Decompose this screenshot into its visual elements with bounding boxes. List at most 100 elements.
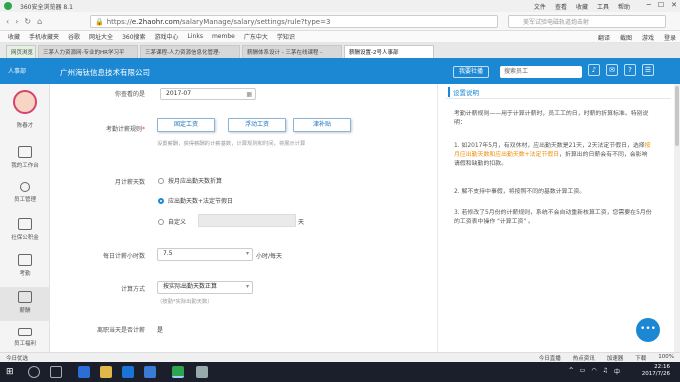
menu-tools[interactable]: 工具: [597, 2, 609, 11]
browser-menu: 文件 查看 收藏 工具 帮助: [534, 2, 630, 11]
help-point-3: 3. 若修改了5月份的计薪规则，系统不会自动重新核算工资，您需要在5月份的工资表…: [454, 210, 652, 225]
browser-search-input[interactable]: 美军试验电磁轨道炮击射: [508, 15, 666, 28]
status-news[interactable]: 热点资讯: [573, 354, 595, 362]
bell-icon[interactable]: ♪: [588, 64, 600, 76]
scrollbar-thumb[interactable]: [675, 86, 679, 146]
status-zoom[interactable]: 100%: [658, 354, 674, 362]
explorer-icon[interactable]: [100, 366, 112, 378]
bookmark-item[interactable]: 学知识: [277, 32, 295, 41]
battery-icon[interactable]: ▭: [580, 367, 586, 376]
sidebar-item-benefits[interactable]: 员工福利: [0, 328, 50, 347]
back-icon[interactable]: ‹: [6, 17, 9, 26]
daily-hours-value: 7.5: [163, 250, 173, 257]
sidebar-item-employees[interactable]: 员工管理: [0, 182, 50, 203]
help-icon[interactable]: ?: [624, 64, 636, 76]
clock-time: 22:16: [654, 364, 670, 370]
search-icon[interactable]: [28, 366, 40, 378]
bookmark-item[interactable]: 360搜索: [122, 32, 145, 41]
calc-mode-hint: （按勤*实际出勤天数）: [157, 299, 213, 305]
rule-option-floating[interactable]: 浮动工资: [228, 118, 286, 132]
maximize-icon[interactable]: ☐: [658, 1, 664, 9]
bookmark-item[interactable]: 谷歌: [68, 32, 80, 41]
radio-by-month[interactable]: 按月应出勤天数折算: [158, 176, 222, 185]
nav-buttons: ‹ › ↻ ⌂: [6, 17, 42, 26]
windows-start-icon[interactable]: ⊞: [6, 366, 18, 378]
custom-days-input[interactable]: [198, 214, 296, 227]
chevron-up-icon[interactable]: ^: [569, 367, 574, 376]
clock-date: 2017/7/26: [641, 371, 670, 377]
address-bar: ‹ › ↻ ⌂ 🔒 https://e.2haohr.com/salaryMan…: [0, 12, 680, 31]
rule-option-allowance[interactable]: 津补贴: [293, 118, 351, 132]
tab-course-1[interactable]: 三茅课程-人力资源信息化管理-: [140, 45, 240, 58]
close-icon[interactable]: ✕: [671, 1, 677, 9]
360-browser-icon[interactable]: [172, 366, 184, 378]
status-live[interactable]: 今日直播: [539, 354, 561, 362]
chevron-down-icon: ▾: [245, 250, 249, 257]
sidebar-item-attendance[interactable]: 考勤: [0, 254, 50, 277]
volume-icon[interactable]: ♫: [603, 367, 608, 376]
bookmark-item[interactable]: Links: [188, 33, 203, 40]
radio-custom[interactable]: 自定义: [158, 217, 186, 226]
effective-month-input[interactable]: 2017-07 ▦: [160, 88, 256, 100]
scrollbar[interactable]: [674, 84, 680, 352]
app-icon[interactable]: [196, 366, 208, 378]
sidebar-item-social-security[interactable]: 社保公积金: [0, 218, 50, 241]
sidebar-item-label: 考勤: [19, 271, 31, 277]
avatar[interactable]: [13, 90, 37, 114]
bookmarks-right: 翻译 截图 游戏 登录: [598, 33, 676, 42]
games-button[interactable]: 游戏: [642, 33, 654, 42]
bookmark-item[interactable]: 广东中大: [244, 32, 268, 41]
browser-title: 360安全浏览器 8.1: [20, 3, 73, 11]
ie-icon[interactable]: [122, 366, 134, 378]
wifi-icon[interactable]: ◠: [591, 367, 596, 376]
menu-view[interactable]: 查看: [555, 2, 567, 11]
sidebar-item-salary[interactable]: 薪酬: [0, 287, 50, 321]
translate-button[interactable]: 翻译: [598, 33, 610, 42]
help-panel-title: 设置说明: [448, 87, 479, 97]
tab-hr-site[interactable]: 三茅人力资源网-专业的HR学习平: [38, 45, 138, 58]
monitor-icon: [18, 146, 32, 158]
tab-salary-settings[interactable]: 薪酬设置-2号人事部: [344, 45, 434, 58]
daily-hours-select[interactable]: 7.5 ▾: [157, 248, 253, 261]
login-button[interactable]: 登录: [664, 33, 676, 42]
user-menu-icon[interactable]: ☰: [642, 64, 654, 76]
status-download[interactable]: 下载: [635, 354, 646, 362]
status-left[interactable]: 今日优选: [6, 354, 28, 362]
bookmark-item[interactable]: membe: [212, 33, 235, 40]
store-icon[interactable]: [144, 366, 156, 378]
url-input[interactable]: 🔒 https://e.2haohr.com/salaryManage/sala…: [90, 15, 498, 28]
tab-browse[interactable]: 网页浏览: [6, 45, 36, 58]
home-icon[interactable]: ⌂: [37, 17, 42, 26]
employee-search-input[interactable]: 搜索员工: [500, 66, 582, 78]
menu-help[interactable]: 帮助: [618, 2, 630, 11]
sidebar-item-workbench[interactable]: 我的工作台: [0, 146, 50, 169]
bookmark-item[interactable]: 手机收藏夹: [29, 32, 59, 41]
message-icon[interactable]: ✉: [606, 64, 618, 76]
calendar-icon: [18, 254, 32, 266]
radio-label: 按月应出勤天数折算: [168, 178, 223, 185]
bookmark-item[interactable]: 游戏中心: [155, 32, 179, 41]
clock[interactable]: 22:16 2017/7/26: [642, 364, 670, 378]
minimize-icon[interactable]: ─: [647, 1, 651, 9]
bookmark-item[interactable]: 收藏: [8, 32, 20, 41]
screenshot-button[interactable]: 截图: [620, 33, 632, 42]
status-accelerator[interactable]: 加速器: [607, 354, 624, 362]
chat-button[interactable]: •••: [636, 318, 660, 342]
settings-button[interactable]: 我要社播: [453, 66, 490, 78]
input-language[interactable]: 中: [614, 367, 620, 376]
tab-course-2[interactable]: 薪酬体系设计 - 三茅在线课程 -: [242, 45, 342, 58]
radio-indicator: [158, 197, 164, 204]
app-logo[interactable]: 人事部: [8, 66, 26, 75]
task-view-icon[interactable]: [50, 366, 62, 378]
bookmark-item[interactable]: 网址大全: [89, 32, 113, 41]
refresh-icon[interactable]: ↻: [24, 17, 31, 26]
calc-mode-select[interactable]: 按实际出勤天数正算 ▾: [157, 281, 253, 294]
browser-logo-icon: [4, 2, 12, 10]
rule-option-fixed[interactable]: 固定工资: [157, 118, 215, 132]
edge-icon[interactable]: [78, 366, 90, 378]
radio-days-plus-holiday[interactable]: 应出勤天数+法定节假日: [158, 196, 233, 205]
calendar-icon[interactable]: ▦: [246, 90, 252, 100]
menu-file[interactable]: 文件: [534, 2, 546, 11]
menu-favorites[interactable]: 收藏: [576, 2, 588, 11]
forward-icon[interactable]: ›: [15, 17, 18, 26]
